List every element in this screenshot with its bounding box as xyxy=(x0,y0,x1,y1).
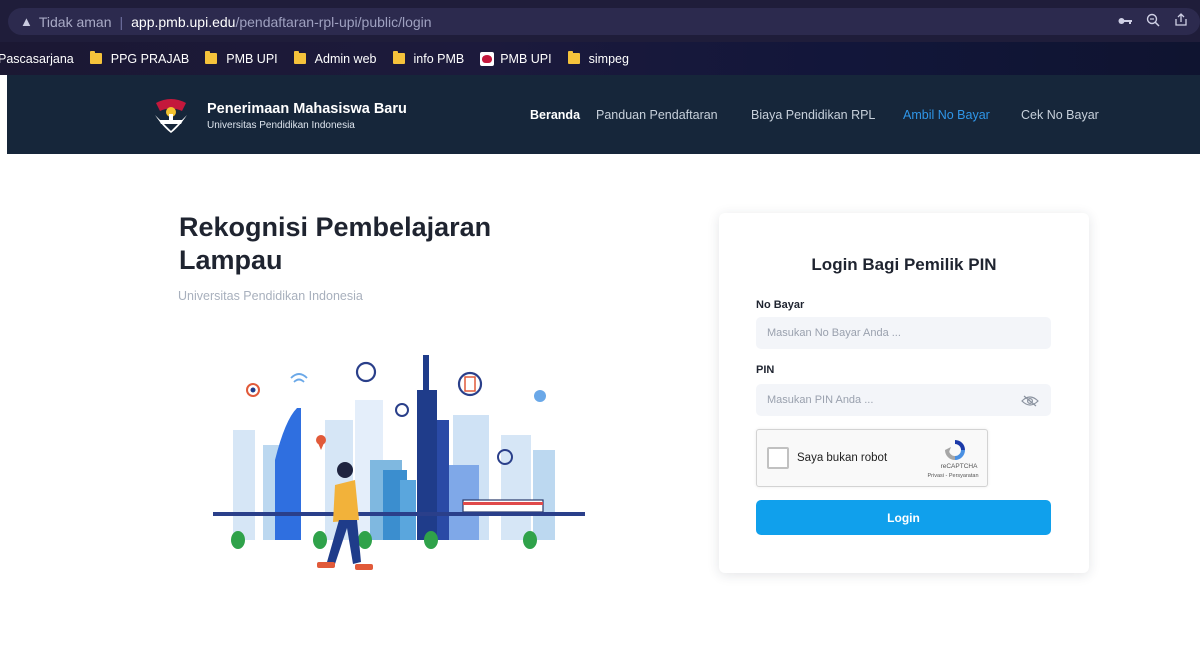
nav-panduan-pendaftaran[interactable]: Panduan Pendaftaran xyxy=(596,108,718,122)
bookmark-label: info PMB xyxy=(413,51,465,66)
url-separator: | xyxy=(119,13,124,30)
login-card: Login Bagi Pemilik PIN No Bayar PIN Saya… xyxy=(719,213,1089,573)
bookmark-pmb-upi[interactable]: PMB UPI xyxy=(480,51,552,66)
bookmark-label: PPG PRAJAB xyxy=(110,51,190,66)
bookmark-pmb-upi-folder[interactable]: PMB UPI xyxy=(205,51,278,66)
url-host[interactable]: app.pmb.upi.edu xyxy=(131,14,235,30)
pmb-logo-icon xyxy=(480,51,495,66)
folder-icon xyxy=(205,51,218,64)
no-bayar-input[interactable] xyxy=(756,317,1051,349)
nav-beranda[interactable]: Beranda xyxy=(530,108,580,122)
nav-cek-no-bayar[interactable]: Cek No Bayar xyxy=(1021,108,1099,122)
bookmark-label: PMB UPI xyxy=(500,51,552,66)
bookmark-simpeg[interactable]: simpeg xyxy=(567,51,629,66)
recaptcha-widget: Saya bukan robot reCAPTCHA Privasi - Per… xyxy=(756,429,988,487)
hero-title: Rekognisi Pembelajaran Lampau xyxy=(179,212,492,275)
hero-subtitle: Universitas Pendidikan Indonesia xyxy=(178,289,363,303)
zoom-icon[interactable] xyxy=(1146,13,1160,30)
nav-biaya-pendidikan-rpl[interactable]: Biaya Pendidikan RPL xyxy=(751,108,875,122)
bookmark-label: simpeg xyxy=(588,51,629,66)
bookmark-label: Pascasarjana xyxy=(0,51,74,66)
folder-icon xyxy=(567,51,580,64)
folder-icon xyxy=(392,51,405,64)
brand-title[interactable]: Penerimaan Mahasiswa Baru xyxy=(207,101,407,117)
folder-icon xyxy=(293,51,306,64)
bookmarks-bar: Pascasarjana PPG PRAJAB PMB UPI Admin we… xyxy=(0,42,1200,75)
bookmark-admin-web[interactable]: Admin web xyxy=(293,51,377,66)
pin-input[interactable] xyxy=(756,384,1051,416)
insecure-label[interactable]: Tidak aman xyxy=(39,14,112,30)
url-path[interactable]: /pendaftaran-rpl-upi/public/login xyxy=(235,14,431,30)
brand-subtitle: Universitas Pendidikan Indonesia xyxy=(207,120,355,131)
bookmark-info-pmb[interactable]: info PMB xyxy=(392,51,465,66)
site-navbar: Penerimaan Mahasiswa Baru Universitas Pe… xyxy=(7,75,1200,154)
share-icon[interactable] xyxy=(1174,13,1188,30)
recaptcha-logo-icon xyxy=(942,438,968,462)
recaptcha-label: Saya bukan robot xyxy=(797,452,888,464)
url-box[interactable]: ▲ Tidak aman | app.pmb.upi.edu /pendafta… xyxy=(8,8,1200,35)
folder-icon xyxy=(89,51,102,64)
eye-slash-icon[interactable] xyxy=(1021,394,1039,407)
bookmark-label: PMB UPI xyxy=(226,51,278,66)
bookmark-pascasarjana[interactable]: Pascasarjana xyxy=(0,52,74,66)
pin-label: PIN xyxy=(756,364,775,376)
recaptcha-checkbox[interactable] xyxy=(767,447,789,469)
login-title: Login Bagi Pemilik PIN xyxy=(811,255,997,274)
login-button[interactable]: Login xyxy=(756,500,1051,535)
no-bayar-label: No Bayar xyxy=(756,299,805,311)
upi-logo-icon[interactable] xyxy=(154,97,188,133)
warning-triangle-icon[interactable]: ▲ xyxy=(20,14,33,29)
nav-ambil-no-bayar[interactable]: Ambil No Bayar xyxy=(903,108,990,122)
recaptcha-brand: reCAPTCHA xyxy=(940,463,978,470)
recaptcha-privacy-links[interactable]: Privasi - Persyaratan xyxy=(917,473,989,479)
browser-address-bar: ▲ Tidak aman | app.pmb.upi.edu /pendafta… xyxy=(0,0,1200,42)
key-icon[interactable] xyxy=(1118,13,1132,30)
bookmark-label: Admin web xyxy=(314,51,377,66)
bookmark-ppg-prajab[interactable]: PPG PRAJAB xyxy=(89,51,190,66)
city-illustration xyxy=(205,350,595,590)
